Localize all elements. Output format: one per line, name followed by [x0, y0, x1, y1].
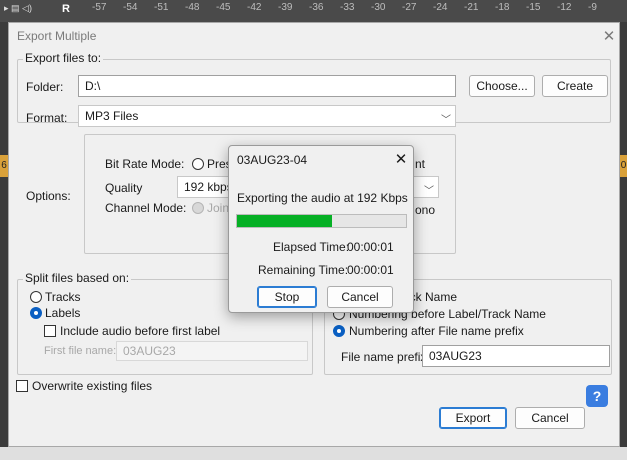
channel-mode-label: Channel Mode: [105, 201, 187, 215]
meter-tick-label: -51 [154, 2, 169, 13]
meter-tick-label: -30 [371, 2, 386, 13]
first-file-name-label: First file name: [44, 345, 117, 357]
first-file-name-input[interactable]: 03AUG23 [116, 341, 308, 361]
meter-toolbar-icon: ▸ ▤ ◁) [4, 3, 32, 13]
background-bottom-strip [0, 447, 627, 460]
left-track-tag: 6 [0, 155, 8, 177]
numbering-after-radio[interactable] [333, 325, 345, 337]
include-audio-label: Include audio before first label [60, 324, 221, 338]
options-label: Options: [26, 189, 71, 203]
bit-rate-constant-label-tail: nt [415, 157, 426, 171]
export-files-to-legend: Export files to: [23, 51, 104, 65]
labels-radio[interactable] [30, 307, 42, 319]
right-track-tag: 0 [620, 155, 627, 177]
export-progress-dialog: 03AUG23-04 ✕ Exporting the audio at 192 … [228, 145, 414, 313]
meter-tick-label: -21 [464, 2, 479, 13]
quality-label: Quality [105, 181, 143, 195]
meter-tick-label: -33 [340, 2, 355, 13]
meter-tick-label: -9 [588, 2, 597, 13]
meter-tick-label: -57 [92, 2, 107, 13]
meter-channel-label: R [62, 3, 70, 15]
numbering-after-label: Numbering after File name prefix [349, 324, 524, 338]
chevron-down-icon: ﹀ [441, 115, 451, 126]
background-right-edge: 0 [620, 22, 627, 447]
progress-message: Exporting the audio at 192 Kbps [237, 191, 408, 205]
folder-input[interactable]: D:\ [78, 75, 456, 97]
channel-mono-label-tail: ono [415, 203, 436, 217]
labels-label: Labels [45, 306, 81, 320]
cancel-button[interactable]: Cancel [515, 407, 585, 429]
meter-tick-label: -39 [278, 2, 293, 13]
remaining-time-label: Remaining Time: [258, 263, 349, 277]
meter-tick-label: -27 [402, 2, 417, 13]
tracks-label: Tracks [45, 290, 81, 304]
meter-tick-label: -42 [247, 2, 262, 13]
progress-dialog-title: 03AUG23-04 [237, 153, 308, 167]
meter-tick-label: -36 [309, 2, 324, 13]
bit-rate-preset-radio[interactable] [192, 158, 204, 170]
stop-button[interactable]: Stop [257, 286, 317, 308]
help-icon[interactable]: ? [586, 385, 608, 407]
meter-tick-label: -45 [216, 2, 231, 13]
remaining-time-value: 00:00:01 [347, 263, 394, 277]
choose-button[interactable]: Choose... [469, 75, 535, 97]
progress-bar [236, 214, 407, 228]
window-close-icon[interactable]: ✕ [601, 27, 617, 45]
folder-label: Folder: [26, 80, 64, 94]
progress-close-icon[interactable]: ✕ [393, 150, 409, 168]
create-button[interactable]: Create [542, 75, 608, 97]
meter-tick-label: -48 [185, 2, 200, 13]
file-name-prefix-input[interactable]: 03AUG23 [422, 345, 610, 367]
include-audio-checkbox[interactable] [44, 325, 56, 337]
tracks-radio[interactable] [30, 291, 42, 303]
format-select[interactable]: MP3 Files ﹀ [78, 105, 456, 127]
format-label: Format: [26, 111, 68, 125]
meter-tick-label: -15 [526, 2, 541, 13]
elapsed-time-value: 00:00:01 [347, 240, 394, 254]
window-title: Export Multiple [17, 29, 97, 43]
overwrite-checkbox[interactable] [16, 380, 28, 392]
bit-rate-mode-label: Bit Rate Mode: [105, 157, 185, 171]
quality-select-value: 192 kbps [184, 180, 233, 194]
meter-tick-label: -18 [495, 2, 510, 13]
split-files-legend: Split files based on: [23, 271, 132, 285]
channel-joint-stereo-radio[interactable] [192, 202, 204, 214]
overwrite-label: Overwrite existing files [32, 379, 153, 393]
progress-cancel-button[interactable]: Cancel [327, 286, 393, 308]
background-meter-ruler: ▸ ▤ ◁) R -57 -54 -51 -48 -45 -42 -39 -36 -33 -30 -… [0, 0, 627, 22]
elapsed-time-label: Elapsed Time: [273, 240, 350, 254]
progress-bar-fill [237, 215, 332, 227]
meter-tick-label: -54 [123, 2, 138, 13]
export-button[interactable]: Export [439, 407, 507, 429]
chevron-down-icon: ﹀ [424, 186, 434, 197]
meter-tick-label: -24 [433, 2, 448, 13]
file-name-prefix-label: File name prefix: [341, 350, 430, 364]
meter-tick-label: -12 [557, 2, 572, 13]
background-left-edge: 6 [0, 22, 8, 447]
format-select-value: MP3 Files [85, 109, 139, 123]
